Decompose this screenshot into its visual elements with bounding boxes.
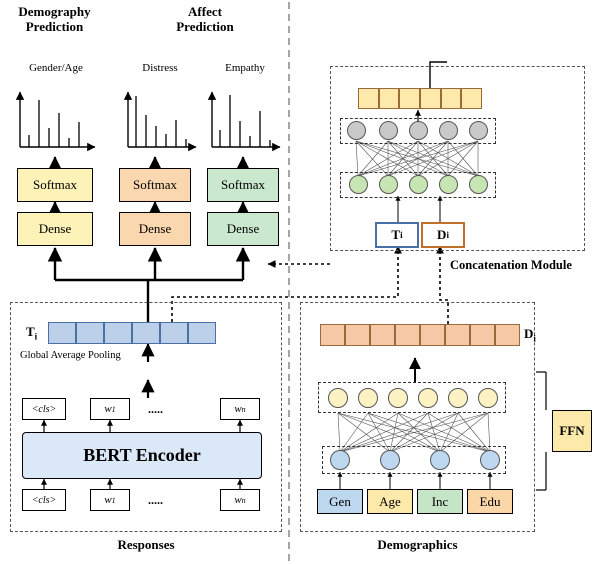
concat-input-node bbox=[469, 175, 488, 194]
token-w1-lower: w1 bbox=[90, 489, 130, 511]
concat-d-input-sub: i bbox=[446, 230, 449, 240]
demographics-hidden-node bbox=[358, 388, 378, 408]
t-vector-cell bbox=[132, 322, 160, 344]
concat-hidden-node bbox=[409, 121, 428, 140]
token-w1-upper-text: w bbox=[104, 403, 112, 415]
concat-hidden-node bbox=[439, 121, 458, 140]
t-vector-cell bbox=[160, 322, 188, 344]
demographic-feature-inc[interactable]: Inc bbox=[417, 489, 463, 514]
d-vector-cell bbox=[395, 324, 420, 346]
token-w1-upper: w1 bbox=[90, 398, 130, 420]
concat-input-node bbox=[349, 175, 368, 194]
global-average-pooling-label: Global Average Pooling bbox=[20, 350, 121, 361]
dense-distress-block[interactable]: Dense bbox=[119, 212, 191, 246]
d-vector-row bbox=[320, 324, 520, 346]
concat-output-cell bbox=[378, 88, 400, 109]
concat-output-cell bbox=[461, 88, 483, 109]
t-vector-row bbox=[48, 322, 216, 344]
token-wn-lower-sub: n bbox=[241, 495, 246, 505]
demographic-feature-gen[interactable]: Gen bbox=[317, 489, 363, 514]
concat-output-cell bbox=[399, 88, 421, 109]
demographics-hidden-node bbox=[478, 388, 498, 408]
token-wn-lower-text: w bbox=[234, 494, 242, 506]
d-vector-cell bbox=[370, 324, 395, 346]
bert-encoder-block[interactable]: BERT Encoder bbox=[22, 432, 262, 479]
distress-label: Distress bbox=[142, 62, 178, 74]
demographics-hidden-node bbox=[448, 388, 468, 408]
concat-input-node bbox=[409, 175, 428, 194]
demographic-feature-age[interactable]: Age bbox=[367, 489, 413, 514]
token-wn-lower: wn bbox=[220, 489, 260, 511]
demographics-hidden-node bbox=[328, 388, 348, 408]
affect-prediction-title: Affect Prediction bbox=[176, 4, 234, 34]
concat-output-cell bbox=[440, 88, 462, 109]
gender-age-label: Gender/Age bbox=[29, 62, 83, 74]
concat-output-cell bbox=[358, 88, 379, 109]
token-wn-upper-text: w bbox=[234, 403, 242, 415]
concat-t-input-sub: i bbox=[400, 230, 403, 240]
token-ellipsis-upper: ..... bbox=[148, 402, 163, 416]
d-vector-cell bbox=[420, 324, 445, 346]
d-vector-cell bbox=[445, 324, 470, 346]
token-w1-lower-sub: 1 bbox=[111, 495, 116, 505]
ffn-block[interactable]: FFN bbox=[552, 410, 592, 452]
d-vector-cell bbox=[320, 324, 345, 346]
concat-t-input-box: Ti bbox=[375, 222, 419, 248]
d-vector-label-sub: i bbox=[533, 333, 536, 344]
d-vector-label: Di bbox=[524, 326, 536, 344]
demographics-hidden-node bbox=[418, 388, 438, 408]
concat-hidden-node bbox=[469, 121, 488, 140]
token-wn-upper: wn bbox=[220, 398, 260, 420]
concat-hidden-node bbox=[379, 121, 398, 140]
concatenation-module-label: Concatenation Module bbox=[450, 258, 572, 272]
token-cls-lower: <cls> bbox=[22, 489, 66, 511]
demographics-input-node bbox=[380, 450, 400, 470]
softmax-distress-block[interactable]: Softmax bbox=[119, 168, 191, 202]
d-vector-cell bbox=[495, 324, 520, 346]
diagram-canvas: Demography Prediction Affect Prediction … bbox=[0, 0, 600, 564]
t-vector-cell bbox=[76, 322, 104, 344]
demographics-input-node bbox=[330, 450, 350, 470]
t-vector-label: Ti bbox=[26, 324, 37, 342]
dense-gender-block[interactable]: Dense bbox=[17, 212, 93, 246]
demographic-feature-edu[interactable]: Edu bbox=[467, 489, 513, 514]
demographics-input-node bbox=[480, 450, 500, 470]
t-vector-label-text: T bbox=[26, 324, 35, 339]
softmax-gender-block[interactable]: Softmax bbox=[17, 168, 93, 202]
token-wn-upper-sub: n bbox=[241, 404, 246, 414]
concat-hidden-node bbox=[347, 121, 366, 140]
d-vector-label-text: D bbox=[524, 326, 534, 341]
concat-d-input-box: Di bbox=[421, 222, 465, 248]
concat-output-cell bbox=[420, 88, 441, 109]
t-vector-cell bbox=[104, 322, 132, 344]
d-vector-cell bbox=[470, 324, 495, 346]
token-ellipsis-lower: ..... bbox=[148, 493, 163, 507]
token-w1-upper-sub: 1 bbox=[111, 404, 116, 414]
concat-d-input-text: D bbox=[437, 227, 447, 242]
empathy-label: Empathy bbox=[225, 62, 265, 74]
concat-input-node bbox=[379, 175, 398, 194]
dense-empathy-block[interactable]: Dense bbox=[207, 212, 279, 246]
concat-input-node bbox=[439, 175, 458, 194]
concat-t-input-text: T bbox=[391, 227, 401, 242]
responses-section-label: Responses bbox=[117, 537, 175, 552]
demographics-section-label: Demographics bbox=[377, 537, 458, 552]
token-cls-upper: <cls> bbox=[22, 398, 66, 420]
demographics-input-node bbox=[430, 450, 450, 470]
demography-prediction-title: Demography Prediction bbox=[18, 4, 91, 34]
demographics-hidden-node bbox=[388, 388, 408, 408]
concat-output-vector bbox=[358, 88, 483, 109]
d-vector-cell bbox=[345, 324, 370, 346]
t-vector-cell bbox=[48, 322, 76, 344]
token-w1-lower-text: w bbox=[104, 494, 112, 506]
t-vector-label-sub: i bbox=[34, 331, 38, 342]
t-vector-cell bbox=[188, 322, 216, 344]
softmax-empathy-block[interactable]: Softmax bbox=[207, 168, 279, 202]
